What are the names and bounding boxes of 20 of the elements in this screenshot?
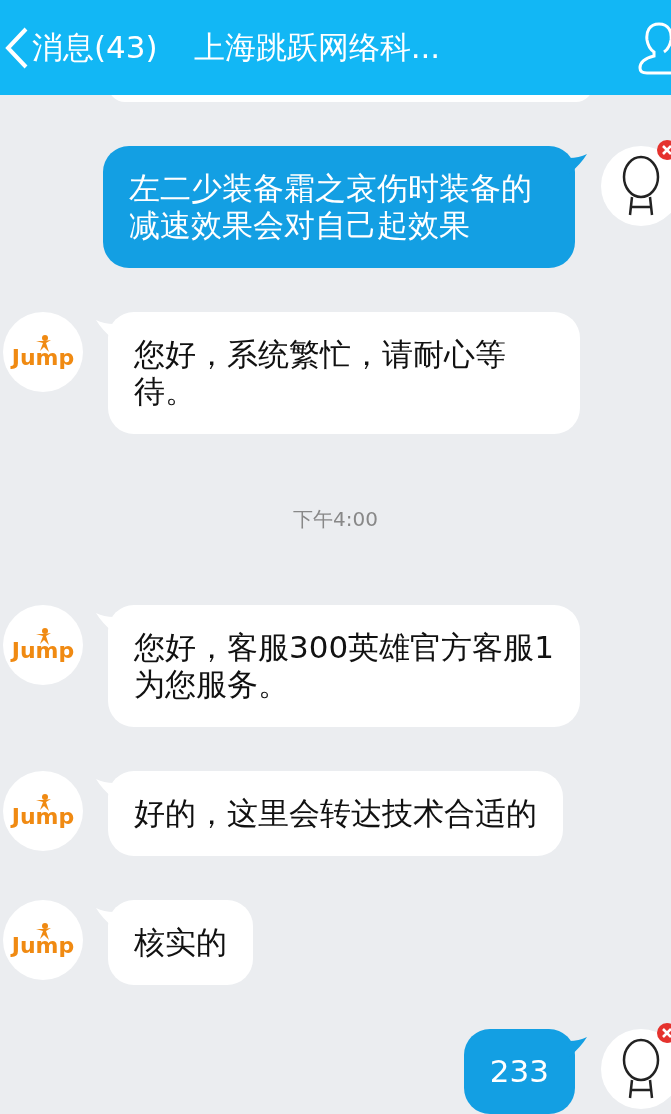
avatar[interactable]: Jump xyxy=(3,900,83,980)
avatar[interactable]: Jump xyxy=(3,312,83,392)
chevron-left-icon xyxy=(4,25,30,70)
back-button[interactable]: 消息(43) xyxy=(0,25,158,70)
logo-text: Jump xyxy=(11,347,75,369)
chat-title: 上海跳跃网络科... xyxy=(193,27,442,67)
error-icon[interactable] xyxy=(657,1023,671,1043)
avatar[interactable]: Jump xyxy=(3,771,83,851)
logo-text: Jump xyxy=(11,806,75,828)
timestamp: 下午4:00 xyxy=(293,506,378,533)
message-bubble: 核实的 xyxy=(108,900,253,985)
message-bubble: 左二少装备霜之哀伤时装备的减速效果会对自己起效果 xyxy=(103,146,575,268)
message-bubble: 233 xyxy=(463,1029,575,1114)
logo-text: Jump xyxy=(11,935,75,957)
message-bubble: 您好，客服300英雄官方客服1为您服务。 xyxy=(108,605,580,727)
logo-text: Jump xyxy=(11,640,75,662)
avatar[interactable]: Jump xyxy=(3,605,83,685)
message-bubble: 您好，系统繁忙，请耐心等待。 xyxy=(108,312,580,434)
message-bubble: 好的，这里会转达技术合适的 xyxy=(108,771,563,856)
error-icon[interactable] xyxy=(657,140,671,160)
